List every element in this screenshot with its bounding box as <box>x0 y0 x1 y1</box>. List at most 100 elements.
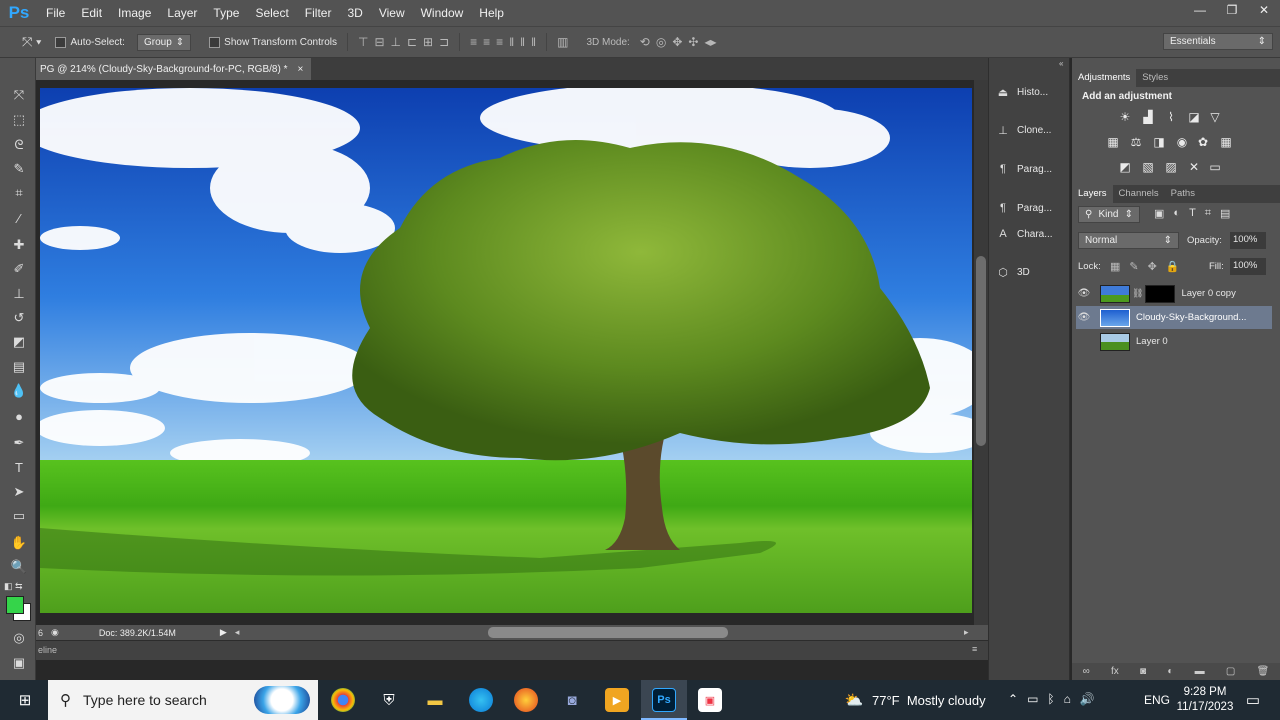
layer-style-icon[interactable]: fx <box>1111 666 1119 677</box>
distribute-right-icon[interactable]: ‖ <box>531 35 536 49</box>
quick-mask-icon[interactable]: ◎ <box>8 627 30 649</box>
layer-name[interactable]: Layer 0 copy <box>1181 288 1235 299</box>
meet-now-icon[interactable]: ▭ <box>1027 692 1038 706</box>
levels-icon[interactable]: ▟ <box>1141 110 1155 124</box>
tab-styles[interactable]: Styles <box>1136 69 1174 87</box>
align-right-icon[interactable]: ⊐ <box>439 35 449 49</box>
crop-tool-icon[interactable]: ⌗ <box>8 182 30 204</box>
clock[interactable]: 9:28 PM 11/17/2023 <box>1174 685 1236 715</box>
lock-transparency-icon[interactable]: ▦ <box>1110 260 1120 273</box>
type-tool-icon[interactable]: T <box>8 456 30 478</box>
zoom-level[interactable]: 6 <box>38 628 43 638</box>
history-brush-tool-icon[interactable]: ↺ <box>8 307 30 329</box>
3d-roll-icon[interactable]: ◎ <box>656 35 666 49</box>
marquee-tool-icon[interactable]: ⬚ <box>8 109 30 131</box>
menu-image[interactable]: Image <box>110 0 159 26</box>
add-mask-icon[interactable]: ◙ <box>1140 666 1146 677</box>
lock-pixels-icon[interactable]: ✎ <box>1129 260 1138 273</box>
link-layers-icon[interactable]: ∞ <box>1083 666 1090 677</box>
paragraph-styles-panel-button[interactable]: ¶ Parag... <box>995 197 1065 219</box>
distribute-bottom-icon[interactable]: ≡ <box>496 35 503 49</box>
gradient-tool-icon[interactable]: ▤ <box>8 356 30 378</box>
lock-position-icon[interactable]: ✥ <box>1148 260 1157 273</box>
screen-mode-icon[interactable]: ▣ <box>8 652 30 674</box>
layer-row[interactable]: 👁 ⛓ Layer 0 copy <box>1076 282 1272 305</box>
new-layer-icon[interactable]: ▢ <box>1226 666 1235 677</box>
network-icon[interactable]: ⌂ <box>1064 692 1071 706</box>
align-top-icon[interactable]: ⊤ <box>358 35 368 49</box>
hscroll-right-icon[interactable]: ▸ <box>964 627 969 638</box>
quick-select-tool-icon[interactable]: ✎ <box>8 158 30 180</box>
workspace-dropdown[interactable]: Essentials ⇕ <box>1163 33 1273 50</box>
filter-shape-icon[interactable]: ⌗ <box>1205 207 1211 220</box>
healing-brush-tool-icon[interactable]: ✚ <box>8 234 30 256</box>
brightness-contrast-icon[interactable]: ☀ <box>1118 110 1132 124</box>
panel-menu-icon[interactable]: ≡ <box>972 644 977 654</box>
posterize-icon[interactable]: ▧ <box>1141 160 1155 174</box>
media-player-icon[interactable]: ▶ <box>605 688 629 712</box>
eraser-tool-icon[interactable]: ◩ <box>8 331 30 353</box>
show-transform-checkbox[interactable] <box>209 36 221 48</box>
menu-file[interactable]: File <box>38 0 73 26</box>
opacity-input[interactable]: 100% <box>1230 232 1266 249</box>
lasso-tool-icon[interactable]: ᘓ <box>8 134 30 156</box>
hue-saturation-icon[interactable]: ▦ <box>1106 135 1120 149</box>
document-canvas[interactable] <box>40 88 972 613</box>
path-selection-tool-icon[interactable]: ➤ <box>8 481 30 503</box>
pen-tool-icon[interactable]: ✒ <box>8 432 30 454</box>
3d-rotate-icon[interactable]: ⟲ <box>640 35 650 49</box>
auto-select-option[interactable]: Auto-Select: <box>55 36 125 48</box>
filter-smart-object-icon[interactable]: ▤ <box>1220 207 1230 220</box>
layer-name[interactable]: Layer 0 <box>1136 336 1168 347</box>
timeline-label[interactable]: eline <box>38 645 57 655</box>
layer-row-selected[interactable]: 👁 Cloudy-Sky-Background... <box>1076 306 1272 329</box>
vertical-scroll-thumb[interactable] <box>976 256 986 446</box>
menu-view[interactable]: View <box>371 0 413 26</box>
layer-row[interactable]: Layer 0 <box>1076 330 1272 353</box>
3d-scale-icon[interactable]: ◂▸ <box>704 35 716 49</box>
menu-edit[interactable]: Edit <box>73 0 110 26</box>
exposure-icon[interactable]: ◪ <box>1187 110 1201 124</box>
vibrance-icon[interactable]: ▽ <box>1208 110 1222 124</box>
3d-pan-icon[interactable]: ✥ <box>672 35 682 49</box>
photoshop-taskbar-icon[interactable]: Ps <box>652 688 676 712</box>
weather-text[interactable]: 77°F Mostly cloudy <box>872 693 986 708</box>
menu-3d[interactable]: 3D <box>339 0 370 26</box>
align-bottom-icon[interactable]: ⊥ <box>391 35 401 49</box>
office-icon[interactable]: ▣ <box>698 688 722 712</box>
distribute-vcenter-icon[interactable]: ≡ <box>483 35 490 49</box>
minimize-button[interactable]: — <box>1184 0 1216 20</box>
visibility-eye-icon[interactable]: 👁 <box>1076 312 1092 323</box>
document-tab[interactable]: PG @ 214% (Cloudy-Sky-Background-for-PC,… <box>36 58 312 80</box>
align-vcenter-icon[interactable]: ⊟ <box>374 35 384 49</box>
blend-mode-dropdown[interactable]: Normal ⇕ <box>1078 232 1179 249</box>
dodge-tool-icon[interactable]: ● <box>8 405 30 427</box>
character-panel-button[interactable]: A Chara... <box>995 223 1065 245</box>
collapse-arrows-icon[interactable]: « <box>1059 59 1063 68</box>
filter-type-icon[interactable]: T <box>1189 207 1196 220</box>
chrome-icon[interactable] <box>331 688 355 712</box>
align-hcenter-icon[interactable]: ⊞ <box>423 35 433 49</box>
tab-layers[interactable]: Layers <box>1072 185 1113 203</box>
filter-adjustment-icon[interactable]: ◐ <box>1173 207 1180 220</box>
menu-layer[interactable]: Layer <box>159 0 205 26</box>
curves-icon[interactable]: ⌇ <box>1164 110 1178 124</box>
distribute-hcenter-icon[interactable]: ‖ <box>520 35 525 49</box>
invert-icon[interactable]: ◩ <box>1118 160 1132 174</box>
new-group-icon[interactable]: ▬ <box>1195 666 1205 677</box>
tab-channels[interactable]: Channels <box>1113 185 1165 203</box>
rectangle-tool-icon[interactable]: ▭ <box>8 505 30 527</box>
distribute-top-icon[interactable]: ≡ <box>470 35 477 49</box>
language-indicator[interactable]: ENG <box>1144 693 1170 707</box>
auto-select-dropdown[interactable]: Group ⇕ <box>136 33 192 51</box>
black-white-icon[interactable]: ◨ <box>1152 135 1166 149</box>
channel-mixer-icon[interactable]: ✿ <box>1196 135 1210 149</box>
windows-start-icon[interactable]: ⊞ <box>13 688 37 712</box>
clone-source-panel-button[interactable]: ⊥ Clone... <box>995 119 1065 141</box>
show-transform-option[interactable]: Show Transform Controls <box>209 36 337 48</box>
horizontal-scroll-thumb[interactable] <box>488 627 728 638</box>
3d-slide-icon[interactable]: ✣ <box>688 35 698 49</box>
color-balance-icon[interactable]: ⚖ <box>1129 135 1143 149</box>
menu-window[interactable]: Window <box>413 0 472 26</box>
zoom-tool-icon[interactable]: 🔍 <box>8 556 30 578</box>
